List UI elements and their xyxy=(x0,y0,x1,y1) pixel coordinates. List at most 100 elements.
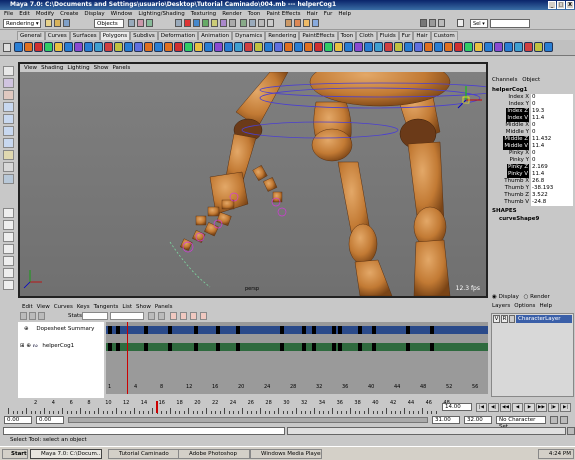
channel-row[interactable]: Middle V 11.4 xyxy=(489,143,575,150)
keyframe-mark[interactable] xyxy=(302,326,306,334)
ds-curve3-icon[interactable] xyxy=(190,312,197,320)
persp-outliner-layout-icon[interactable] xyxy=(3,232,14,242)
keyframe-mark[interactable] xyxy=(108,343,112,351)
shelf-tool-icon[interactable] xyxy=(524,42,533,52)
shelf-tool-icon[interactable] xyxy=(194,42,203,52)
channel-value[interactable]: 11.4 xyxy=(531,115,573,122)
viewport-menu-view[interactable]: View xyxy=(24,65,37,71)
attribute-editor-icon[interactable] xyxy=(420,19,427,27)
layer-row[interactable]: V R CharacterLayer xyxy=(493,315,573,323)
channel-name[interactable]: Middle Y xyxy=(506,129,529,136)
numeric-input-icon[interactable] xyxy=(457,19,464,27)
shelf-tab-general[interactable]: General xyxy=(17,31,45,40)
dopesheet-menu-show[interactable]: Show xyxy=(136,304,151,310)
ds-buffer-icon[interactable] xyxy=(158,312,165,320)
shelf-tab-deformation[interactable]: Deformation xyxy=(157,31,199,40)
select-object-icon[interactable] xyxy=(137,19,144,27)
ds-curve2-icon[interactable] xyxy=(180,312,187,320)
dopesheet-menu-view[interactable]: View xyxy=(37,304,50,310)
shelf-tool-icon[interactable] xyxy=(174,42,183,52)
channel-row[interactable]: Pinky V 11.4 xyxy=(489,171,575,178)
shelf-tool-icon[interactable] xyxy=(254,42,263,52)
channel-name[interactable]: Index V xyxy=(506,115,529,122)
keyframe-mark[interactable] xyxy=(338,343,342,351)
snap-point-icon[interactable] xyxy=(258,19,265,27)
shelf-tool-icon[interactable] xyxy=(154,42,163,52)
keyframe-mark[interactable] xyxy=(194,343,198,351)
channel-value[interactable]: 3.522 xyxy=(531,192,573,199)
numeric-input-field[interactable] xyxy=(490,19,530,28)
hypershade-layout-icon[interactable] xyxy=(3,256,14,266)
shape-name[interactable]: curveShape9 xyxy=(499,216,539,222)
ds-stats-field-1[interactable] xyxy=(82,312,108,320)
menu-modify[interactable]: Modify xyxy=(36,11,54,17)
channel-value[interactable]: 0 xyxy=(531,129,573,136)
playback-end-field[interactable]: 31.00 xyxy=(432,416,460,424)
single-perspective-layout-icon[interactable] xyxy=(3,208,14,218)
channel-row[interactable]: Index Z 19.3 xyxy=(489,108,575,115)
tool-settings-icon[interactable] xyxy=(429,19,436,27)
channel-box-object-name[interactable]: helperCog1 xyxy=(492,87,528,93)
keyframe-mark[interactable] xyxy=(108,326,112,334)
channel-name[interactable]: Thumb X xyxy=(504,178,529,185)
menu-help[interactable]: Help xyxy=(338,11,351,17)
keyframe-mark[interactable] xyxy=(312,343,316,351)
channel-name[interactable]: Middle V xyxy=(503,143,529,150)
channel-row[interactable]: Pinky Z 2.169 xyxy=(489,164,575,171)
taskbar-item[interactable]: Maya 7.0: C:\Docum... xyxy=(30,449,102,459)
last-tool-icon[interactable] xyxy=(3,174,14,184)
shelf-tool-icon[interactable] xyxy=(64,42,73,52)
step-back-key-button[interactable]: ◀| xyxy=(488,403,499,412)
channel-name[interactable]: Thumb V xyxy=(504,199,529,206)
channel-row[interactable]: Middle Z 11.432 xyxy=(489,136,575,143)
ds-insert-key-icon[interactable] xyxy=(29,312,36,320)
shelf-tool-icon[interactable] xyxy=(404,42,413,52)
shelf-tool-icon[interactable] xyxy=(374,42,383,52)
menu-create[interactable]: Create xyxy=(60,11,78,17)
channel-row[interactable]: Thumb Z 3.522 xyxy=(489,192,575,199)
keyframe-mark[interactable] xyxy=(236,326,240,334)
channel-name[interactable]: Index Z xyxy=(506,108,529,115)
dopesheet-menu-curves[interactable]: Curves xyxy=(54,304,73,310)
shelf-tool-icon[interactable] xyxy=(324,42,333,52)
shelf-tool-icon[interactable] xyxy=(144,42,153,52)
outliner-layout-icon[interactable] xyxy=(3,280,14,290)
menu-file[interactable]: File xyxy=(4,11,13,17)
shelf-tool-icon[interactable] xyxy=(114,42,123,52)
viewport-menu-lighting[interactable]: Lighting xyxy=(67,65,89,71)
mask-yellow-icon[interactable] xyxy=(211,19,218,27)
shelf-tool-icon[interactable] xyxy=(464,42,473,52)
keyframe-mark[interactable] xyxy=(312,326,316,334)
script-editor-icon[interactable] xyxy=(567,427,575,435)
taskbar-item[interactable]: Adobe Photoshop xyxy=(178,449,250,459)
shelf-tab-hair[interactable]: Hair xyxy=(413,31,431,40)
save-scene-icon[interactable] xyxy=(63,19,70,27)
shelf-tool-icon[interactable] xyxy=(484,42,493,52)
dopesheet-menu-keys[interactable]: Keys xyxy=(77,304,90,310)
layer-name[interactable]: CharacterLayer xyxy=(516,315,572,323)
keyframe-mark[interactable] xyxy=(216,343,220,351)
shelf-tool-icon[interactable] xyxy=(264,42,273,52)
shelf-tab-cloth[interactable]: Cloth xyxy=(356,31,377,40)
perspective-viewport[interactable]: View Shading Lighting Show Panels persp … xyxy=(18,62,488,298)
start-time-field[interactable]: 0.00 xyxy=(4,416,32,424)
shelf-tool-icon[interactable] xyxy=(124,42,133,52)
soft-modification-icon[interactable] xyxy=(3,150,14,160)
shelf-tab-curves[interactable]: Curves xyxy=(44,31,70,40)
keyframe-mark[interactable] xyxy=(168,326,172,334)
shelf-tool-icon[interactable] xyxy=(244,42,253,52)
channel-row[interactable]: Index X0 xyxy=(489,94,575,101)
step-forward-key-button[interactable]: |▶ xyxy=(548,403,559,412)
mask-green-icon[interactable] xyxy=(202,19,209,27)
ankle-left[interactable] xyxy=(348,223,378,265)
keyframe-mark[interactable] xyxy=(358,343,362,351)
channel-name[interactable]: Thumb Z xyxy=(504,192,529,199)
lasso-tool-icon[interactable] xyxy=(3,78,14,88)
shelf-tool-icon[interactable] xyxy=(454,42,463,52)
shelf-tool-icon[interactable] xyxy=(164,42,173,52)
shelf-tool-icon[interactable] xyxy=(284,42,293,52)
scale-tool-icon[interactable] xyxy=(3,126,14,136)
viewport-scene[interactable] xyxy=(20,72,486,296)
channel-value[interactable]: 11.4 xyxy=(531,171,573,178)
ipr-render-icon[interactable] xyxy=(303,19,310,27)
